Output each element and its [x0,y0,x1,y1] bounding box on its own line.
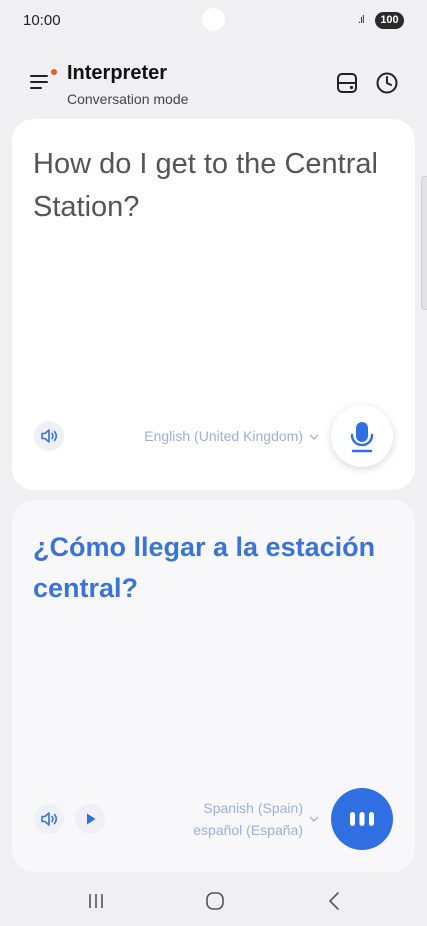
screen-split-icon[interactable] [334,70,360,96]
source-text: How do I get to the Central Station? [33,148,378,223]
target-language-selector[interactable]: Spanish (Spain) [152,800,303,816]
chevron-down-icon[interactable] [307,430,321,444]
chevron-down-icon[interactable] [307,812,321,826]
play-icon [87,813,96,825]
navigation-bar [0,878,427,926]
menu-icon[interactable] [30,69,57,94]
play-button[interactable] [75,804,105,834]
app-title: Interpreter [67,62,168,84]
signal-icon: .ıl [358,14,364,26]
speaker-icon [41,812,58,826]
mode-subtitle: Conversation mode [67,91,189,107]
recent-apps-icon[interactable] [81,888,111,914]
target-language-native: español (España) [193,822,303,838]
translation-card: ¿Cómo llegar a la estación central? Span… [12,500,415,872]
speaker-icon [41,429,58,443]
microphone-icon [350,422,374,453]
clock-icon[interactable] [374,70,400,96]
back-icon[interactable] [320,888,350,914]
app-header: Interpreter Conversation mode [0,50,427,114]
source-speaker-button[interactable] [34,421,64,451]
translation-speaker-button[interactable] [34,804,64,834]
source-card: How do I get to the Central Station? Eng… [12,119,415,490]
status-time: 10:00 [23,12,61,29]
dots-icon [350,812,374,826]
notification-dot [51,69,57,75]
translation-text: ¿Cómo llegar a la estación central? [33,532,376,603]
front-camera [202,8,225,31]
microphone-button[interactable] [331,405,393,467]
battery-indicator: 100 [375,12,404,29]
home-icon[interactable] [200,888,230,914]
edge-panel-handle[interactable] [421,176,427,310]
status-bar: 10:00 .ıl 100 [0,0,427,42]
source-language-selector[interactable]: English (United Kingdom) [112,428,303,444]
listening-button[interactable] [331,788,393,850]
